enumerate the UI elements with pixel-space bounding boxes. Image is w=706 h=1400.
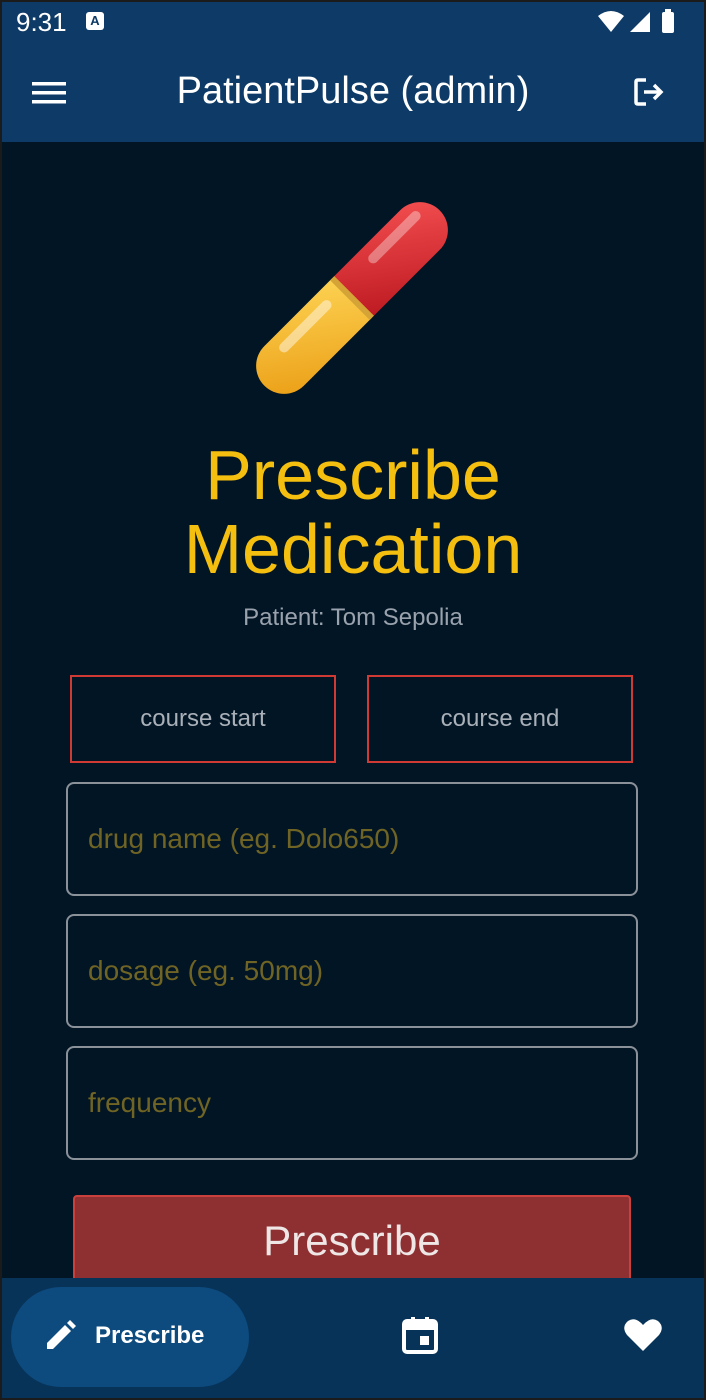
app-title: PatientPulse (admin)	[176, 70, 530, 112]
app-bar: PatientPulse (admin)	[0, 44, 706, 142]
keyboard-icon: A	[86, 12, 104, 30]
page-title-line2: Medication	[183, 510, 523, 588]
nav-item-prescribe-label: Prescribe	[95, 1322, 205, 1349]
page-title: Prescribe Medication	[0, 438, 706, 586]
keyboard-badge: A	[90, 13, 100, 28]
patient-label: Patient: Tom Sepolia	[243, 604, 463, 631]
nav-item-calendar[interactable]	[402, 1316, 442, 1356]
signal-icon	[630, 12, 650, 32]
wifi-icon	[598, 11, 624, 32]
frequency-input[interactable]	[66, 1046, 638, 1160]
drug-name-input[interactable]	[66, 782, 638, 896]
course-end-button[interactable]: course end	[367, 675, 633, 763]
status-time: 9:31	[16, 7, 67, 37]
logout-button[interactable]	[632, 75, 668, 111]
pencil-icon	[47, 1320, 76, 1349]
logout-icon	[634, 78, 664, 106]
pill-icon	[244, 190, 460, 406]
calendar-icon	[402, 1317, 438, 1354]
status-bar: 9:31 A	[0, 0, 706, 44]
status-icons	[596, 9, 686, 40]
dosage-input[interactable]	[66, 914, 638, 1028]
nav-item-favorites[interactable]	[624, 1318, 664, 1358]
page-title-line1: Prescribe	[205, 436, 501, 514]
heart-icon	[624, 1319, 662, 1351]
bottom-nav: Prescribe	[0, 1278, 706, 1400]
course-start-button[interactable]: course start	[70, 675, 336, 763]
nav-item-prescribe[interactable]: Prescribe	[11, 1287, 249, 1387]
battery-icon	[662, 12, 674, 33]
